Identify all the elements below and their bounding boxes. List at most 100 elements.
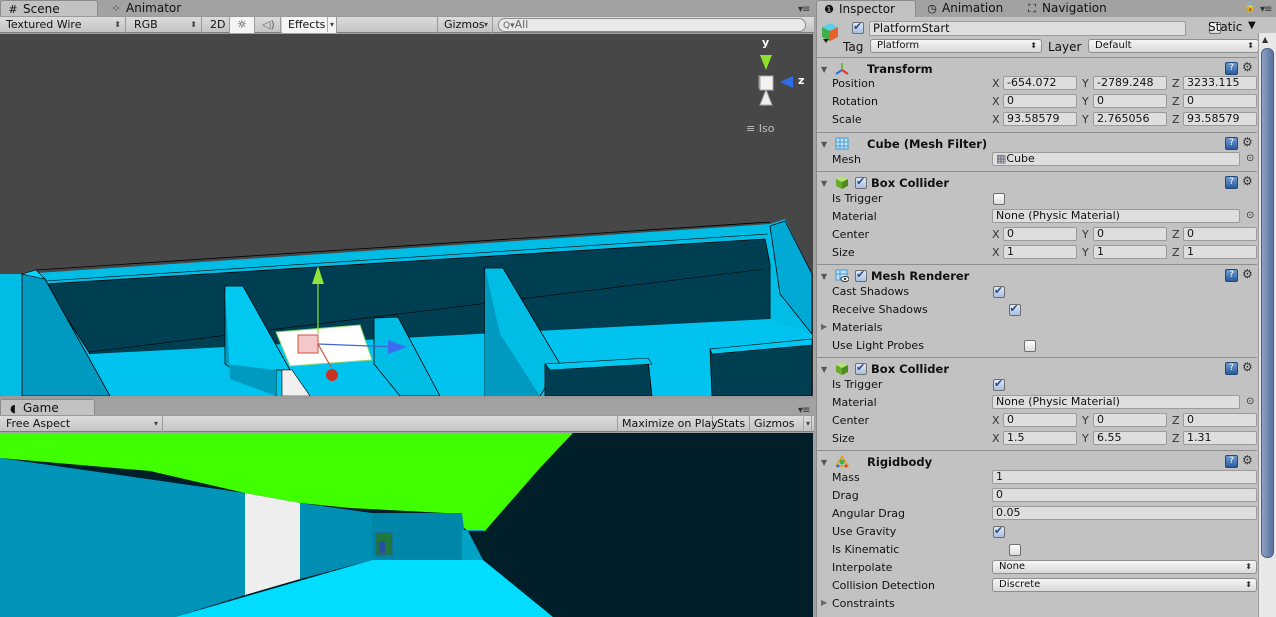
gameobject-name-input[interactable]: PlatformStart <box>869 21 1186 36</box>
size-x-input-2[interactable]: 1.5 <box>1003 431 1077 445</box>
size-z-input-2[interactable]: 1.31 <box>1183 431 1257 445</box>
help-icon[interactable]: ? <box>1225 455 1238 468</box>
projection-toggle[interactable]: ≡ Iso <box>746 122 774 135</box>
tag-dropdown[interactable]: Platform ⬍ <box>870 39 1042 53</box>
center-z-input-1[interactable]: 0 <box>1183 227 1257 241</box>
scene-search-input[interactable]: Q▾All <box>498 18 806 32</box>
tab-game[interactable]: ◖ Game <box>0 399 95 416</box>
center-x-input-2[interactable]: 0 <box>1003 413 1077 427</box>
gear-icon[interactable]: ⚙ <box>1242 174 1253 188</box>
help-icon[interactable]: ? <box>1225 137 1238 150</box>
use-gravity-checkbox[interactable] <box>993 524 1005 538</box>
rigidbody-header[interactable]: ▼ Rigidbody <box>821 454 932 471</box>
gameobject-icon[interactable] <box>820 22 840 44</box>
box-collider-header-1[interactable]: ▼ Box Collider <box>821 175 949 192</box>
rotation-z-input[interactable]: 0 <box>1183 94 1257 108</box>
position-z-input[interactable]: 3233.115 <box>1183 76 1257 90</box>
position-x-input[interactable]: -654.072 <box>1003 76 1077 90</box>
rotation-y-input[interactable]: 0 <box>1093 94 1167 108</box>
center-x-input-1[interactable]: 0 <box>1003 227 1077 241</box>
constraints-foldout[interactable]: Constraints <box>832 597 895 610</box>
cast-shadows-checkbox[interactable] <box>993 284 1005 298</box>
tab-animator[interactable]: ⁘ Animator <box>104 0 204 17</box>
inspector-scrollbar-thumb[interactable] <box>1261 48 1274 558</box>
scroll-up-arrow-icon[interactable]: ▲ <box>1262 35 1268 44</box>
angular-drag-input[interactable]: 0.05 <box>992 506 1257 520</box>
help-icon[interactable]: ? <box>1225 269 1238 282</box>
object-picker-icon[interactable]: ⊙ <box>1246 210 1254 221</box>
mesh-renderer-enabled-checkbox[interactable] <box>855 268 868 282</box>
box-collider-enabled-checkbox-1[interactable] <box>855 175 868 189</box>
center-y-input-1[interactable]: 0 <box>1093 227 1167 241</box>
collider-material-field-1[interactable]: None (Physic Material) <box>992 209 1240 223</box>
interpolate-dropdown[interactable]: None ⬍ <box>992 560 1257 574</box>
orientation-gizmo[interactable]: y z ≡ Iso <box>740 36 810 142</box>
gameobject-active-checkbox[interactable] <box>852 20 864 34</box>
receive-shadows-checkbox[interactable] <box>1008 302 1021 316</box>
mesh-field[interactable]: ▦Cube <box>992 152 1240 166</box>
use-light-probes-checkbox[interactable] <box>1024 340 1036 352</box>
lock-icon[interactable]: 🔒 <box>1244 2 1256 13</box>
tab-inspector[interactable]: ❶ Inspector <box>816 0 916 17</box>
scale-x-input[interactable]: 93.58579 <box>1003 112 1077 126</box>
collision-detection-dropdown[interactable]: Discrete ⬍ <box>992 578 1257 592</box>
tab-animation[interactable]: ◷ Animation <box>920 0 1020 17</box>
box-collider-enabled-checkbox-2[interactable] <box>855 361 868 375</box>
foldout-closed-icon[interactable]: ▶ <box>821 322 827 331</box>
object-picker-icon[interactable]: ⊙ <box>1246 153 1254 164</box>
panel-menu-icon[interactable]: ▾≡ <box>798 4 810 15</box>
size-y-input-2[interactable]: 6.55 <box>1093 431 1167 445</box>
gear-icon[interactable]: ⚙ <box>1242 267 1253 281</box>
gear-icon[interactable]: ⚙ <box>1242 360 1253 374</box>
foldout-closed-icon[interactable]: ▶ <box>821 598 827 607</box>
gizmos-dropdown[interactable]: Gizmos ▾ <box>437 17 493 33</box>
size-x-input-1[interactable]: 1 <box>1003 245 1077 259</box>
gear-icon[interactable]: ⚙ <box>1242 453 1253 467</box>
center-z-input-2[interactable]: 0 <box>1183 413 1257 427</box>
inspector-panel: PlatformStart Static ▼ Tag Platform⬍ Lay… <box>816 17 1276 617</box>
transform-header[interactable]: ▼ Transform <box>821 62 933 78</box>
effects-dropdown[interactable]: Effects ▾ <box>282 17 337 33</box>
toggle-2d-button[interactable]: 2D <box>204 17 230 33</box>
aspect-dropdown[interactable]: Free Aspect ▾ <box>0 416 163 432</box>
static-dropdown-arrow-icon[interactable]: ▼ <box>1248 20 1256 31</box>
game-viewport[interactable] <box>0 433 813 617</box>
help-icon[interactable]: ? <box>1225 362 1238 375</box>
tab-scene[interactable]: # Scene <box>0 0 98 17</box>
maximize-on-play-toggle[interactable]: Maximize on Play <box>617 416 718 432</box>
menu-lines-icon: ≡ <box>746 122 759 135</box>
size-z-input-1[interactable]: 1 <box>1183 245 1257 259</box>
mesh-filter-header[interactable]: ▼ Cube (Mesh Filter) <box>821 137 987 153</box>
is-kinematic-checkbox[interactable] <box>1008 544 1021 556</box>
rotation-x-input[interactable]: 0 <box>1003 94 1077 108</box>
position-y-input[interactable]: -2789.248 <box>1093 76 1167 90</box>
object-picker-icon[interactable]: ⊙ <box>1246 396 1254 407</box>
layer-dropdown[interactable]: Default ⬍ <box>1088 39 1259 53</box>
box-collider-header-2[interactable]: ▼ Box Collider <box>821 361 949 378</box>
mesh-renderer-header[interactable]: ▼ Mesh Renderer <box>821 268 969 285</box>
gear-icon[interactable]: ⚙ <box>1242 60 1253 74</box>
is-trigger-checkbox-1[interactable] <box>993 193 1005 205</box>
audio-toggle[interactable]: ◁) <box>255 17 281 33</box>
scene-viewport[interactable]: y z ≡ Iso <box>0 34 813 396</box>
center-y-input-2[interactable]: 0 <box>1093 413 1167 427</box>
help-icon[interactable]: ? <box>1225 62 1238 75</box>
stats-toggle[interactable]: Stats <box>713 416 750 432</box>
color-mode-dropdown[interactable]: RGB ⬍ <box>128 17 202 33</box>
scale-z-input[interactable]: 93.58579 <box>1183 112 1257 126</box>
help-icon[interactable]: ? <box>1225 176 1238 189</box>
game-gizmos-dropdown[interactable]: Gizmos ▾ <box>750 416 812 432</box>
collider-material-field-2[interactable]: None (Physic Material) <box>992 395 1240 409</box>
tab-navigation[interactable]: ⛶ Navigation <box>1020 0 1130 17</box>
panel-menu-icon[interactable]: ▾≡ <box>1260 4 1272 15</box>
gear-icon[interactable]: ⚙ <box>1242 135 1253 149</box>
lighting-toggle[interactable]: ☼ <box>230 17 255 33</box>
render-mode-dropdown[interactable]: Textured Wire ⬍ <box>0 17 126 33</box>
materials-foldout[interactable]: Materials <box>832 321 882 334</box>
is-trigger-checkbox-2[interactable] <box>993 377 1005 391</box>
scale-y-input[interactable]: 2.765056 <box>1093 112 1167 126</box>
drag-input[interactable]: 0 <box>992 488 1257 502</box>
size-y-input-1[interactable]: 1 <box>1093 245 1167 259</box>
gizmo-neg-y-cone <box>759 88 773 106</box>
mass-input[interactable]: 1 <box>992 470 1257 484</box>
